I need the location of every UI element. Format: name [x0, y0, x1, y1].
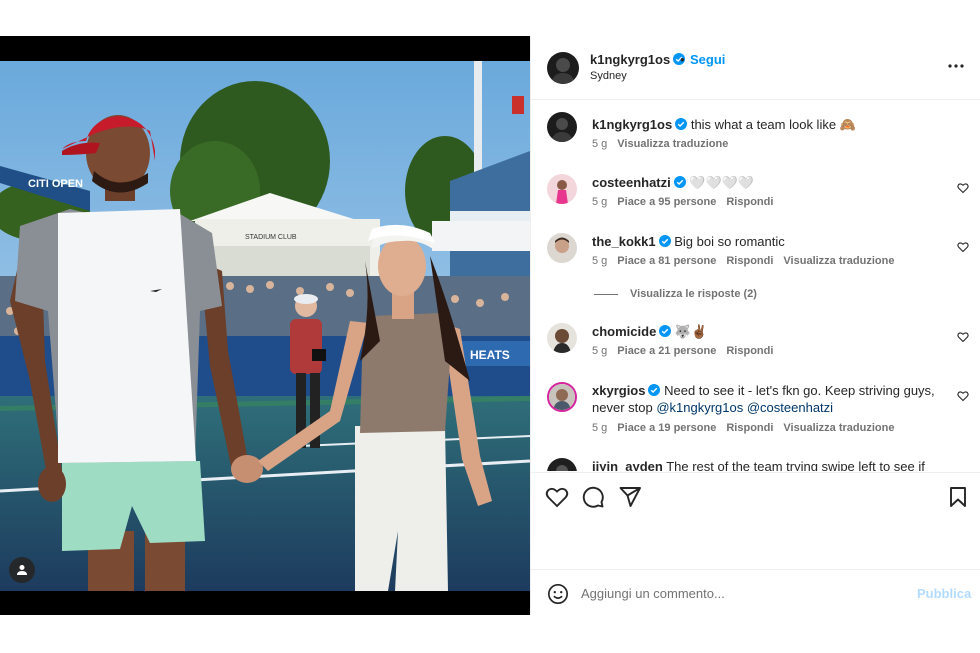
mention-link[interactable]: @costeenhatzi: [747, 400, 833, 415]
comment-text: chomicide 🐺✌🏾: [592, 323, 937, 340]
reply-button[interactable]: Rispondi: [726, 255, 773, 267]
comment-likes[interactable]: Piace a 95 persone: [617, 196, 716, 208]
comment-text: the_kokk1 Big boi so romantic: [592, 233, 937, 250]
separator-dot: •: [680, 52, 685, 67]
heart-icon[interactable]: [957, 390, 969, 402]
comment-avatar[interactable]: [547, 323, 577, 353]
comment-likes[interactable]: Piace a 19 persone: [617, 422, 716, 434]
comment-text: jiyin_ayden The rest of the team trying …: [592, 458, 937, 471]
author-avatar[interactable]: [547, 52, 579, 84]
more-horizontal-icon: [948, 64, 964, 68]
comment-text: xkyrgios Need to see it - let's fkn go. …: [592, 382, 937, 416]
post-location[interactable]: Sydney: [590, 70, 627, 82]
author-username-text[interactable]: k1ngkyrg1os: [590, 52, 670, 67]
heart-icon[interactable]: [957, 182, 969, 194]
translate-button[interactable]: Visualizza traduzione: [783, 255, 894, 267]
comment-avatar[interactable]: [547, 458, 577, 471]
caption-text: k1ngkyrg1os this what a team look like 🙈: [592, 116, 937, 133]
author-username[interactable]: k1ngkyrg1os: [590, 52, 686, 67]
tagged-users-button[interactable]: [9, 557, 35, 583]
comment-username[interactable]: xkyrgios: [592, 383, 645, 398]
citi-open-banner: CITI OPEN: [28, 178, 83, 190]
bookmark-save-icon[interactable]: [946, 485, 970, 509]
reply-button[interactable]: Rispondi: [726, 196, 773, 208]
caption-username[interactable]: k1ngkyrg1os: [592, 117, 672, 132]
comment-likes[interactable]: Piace a 21 persone: [617, 345, 716, 357]
add-comment-bar: Pubblica: [531, 569, 980, 615]
comment-body: 🐺✌🏾: [674, 324, 708, 339]
caption-translate[interactable]: Visualizza traduzione: [617, 138, 728, 150]
comment-avatar-story[interactable]: [547, 382, 577, 412]
emoji-icon[interactable]: [547, 583, 569, 605]
comment-likes[interactable]: Piace a 81 persone: [617, 255, 716, 267]
comment-meta: 5 g Piace a 81 persone Rispondi Visualizza …: [592, 255, 904, 267]
comment-meta: 5 g Piace a 95 persone Rispondi: [592, 196, 783, 208]
comment-username[interactable]: chomicide: [592, 324, 656, 339]
comment-username[interactable]: the_kokk1: [592, 234, 656, 249]
caption-avatar[interactable]: [547, 112, 577, 142]
post-photo[interactable]: STADIUM CLUB CITI OPEN HEATS: [0, 61, 530, 591]
comment-meta: 5 g Piace a 19 persone Rispondi Visualizza …: [592, 422, 904, 434]
reply-button[interactable]: Rispondi: [726, 422, 773, 434]
comment-meta: 5 g Piace a 21 persone Rispondi: [592, 345, 783, 357]
comment-body: Big boi so romantic: [674, 234, 785, 249]
comment-username[interactable]: costeenhatzi: [592, 175, 671, 190]
comments-list[interactable]: k1ngkyrg1os this what a team look like 🙈…: [531, 101, 980, 471]
comment-input[interactable]: [581, 580, 901, 606]
comment-body: The rest of the team trying swipe left t…: [666, 459, 925, 471]
view-replies-label[interactable]: Visualizza le risposte (2): [630, 288, 757, 300]
comment-time[interactable]: 5 g: [592, 422, 607, 434]
publish-button[interactable]: Pubblica: [917, 586, 971, 601]
like-heart-icon[interactable]: [545, 485, 569, 509]
caption-meta: 5 g Visualizza traduzione: [592, 138, 738, 150]
stadium-club-sign: STADIUM CLUB: [245, 234, 297, 241]
replies-divider: [594, 293, 618, 295]
comment-text: costeenhatzi 🤍🤍🤍🤍: [592, 174, 937, 191]
view-replies-button[interactable]: Visualizza le risposte (2): [594, 288, 757, 300]
comment-bubble-icon[interactable]: [581, 485, 605, 509]
post-actions: [531, 472, 980, 568]
verified-badge-icon: [659, 325, 672, 337]
comment-time[interactable]: 5 g: [592, 345, 607, 357]
heart-icon[interactable]: [957, 241, 969, 253]
share-send-icon[interactable]: [618, 485, 642, 509]
follow-button[interactable]: Segui: [690, 52, 725, 67]
comment-body: 🤍🤍🤍🤍: [689, 175, 755, 190]
caption-body: this what a team look like 🙈: [690, 117, 856, 132]
caption-time[interactable]: 5 g: [592, 138, 607, 150]
comment-username[interactable]: jiyin_ayden: [592, 459, 663, 471]
more-options-button[interactable]: [946, 56, 966, 76]
verified-badge-icon: [648, 384, 661, 396]
comment-avatar[interactable]: [547, 174, 577, 204]
verified-badge-icon: [673, 176, 686, 188]
comment-time[interactable]: 5 g: [592, 196, 607, 208]
sponsor-sign: HEATS: [470, 348, 510, 362]
post-media[interactable]: STADIUM CLUB CITI OPEN HEATS: [0, 36, 530, 615]
user-icon: [17, 565, 27, 575]
reply-button[interactable]: Rispondi: [726, 345, 773, 357]
post-header: k1ngkyrg1os • Segui Sydney: [531, 36, 980, 100]
comment-avatar[interactable]: [547, 233, 577, 263]
verified-badge-icon: [675, 118, 688, 130]
mention-link[interactable]: @k1ngkyrg1os: [656, 400, 743, 415]
heart-icon[interactable]: [957, 331, 969, 343]
comment-time[interactable]: 5 g: [592, 255, 607, 267]
post-details-panel: k1ngkyrg1os • Segui Sydney k1ngkyrg1os t…: [530, 36, 980, 615]
verified-badge-icon: [658, 235, 671, 247]
translate-button[interactable]: Visualizza traduzione: [783, 422, 894, 434]
